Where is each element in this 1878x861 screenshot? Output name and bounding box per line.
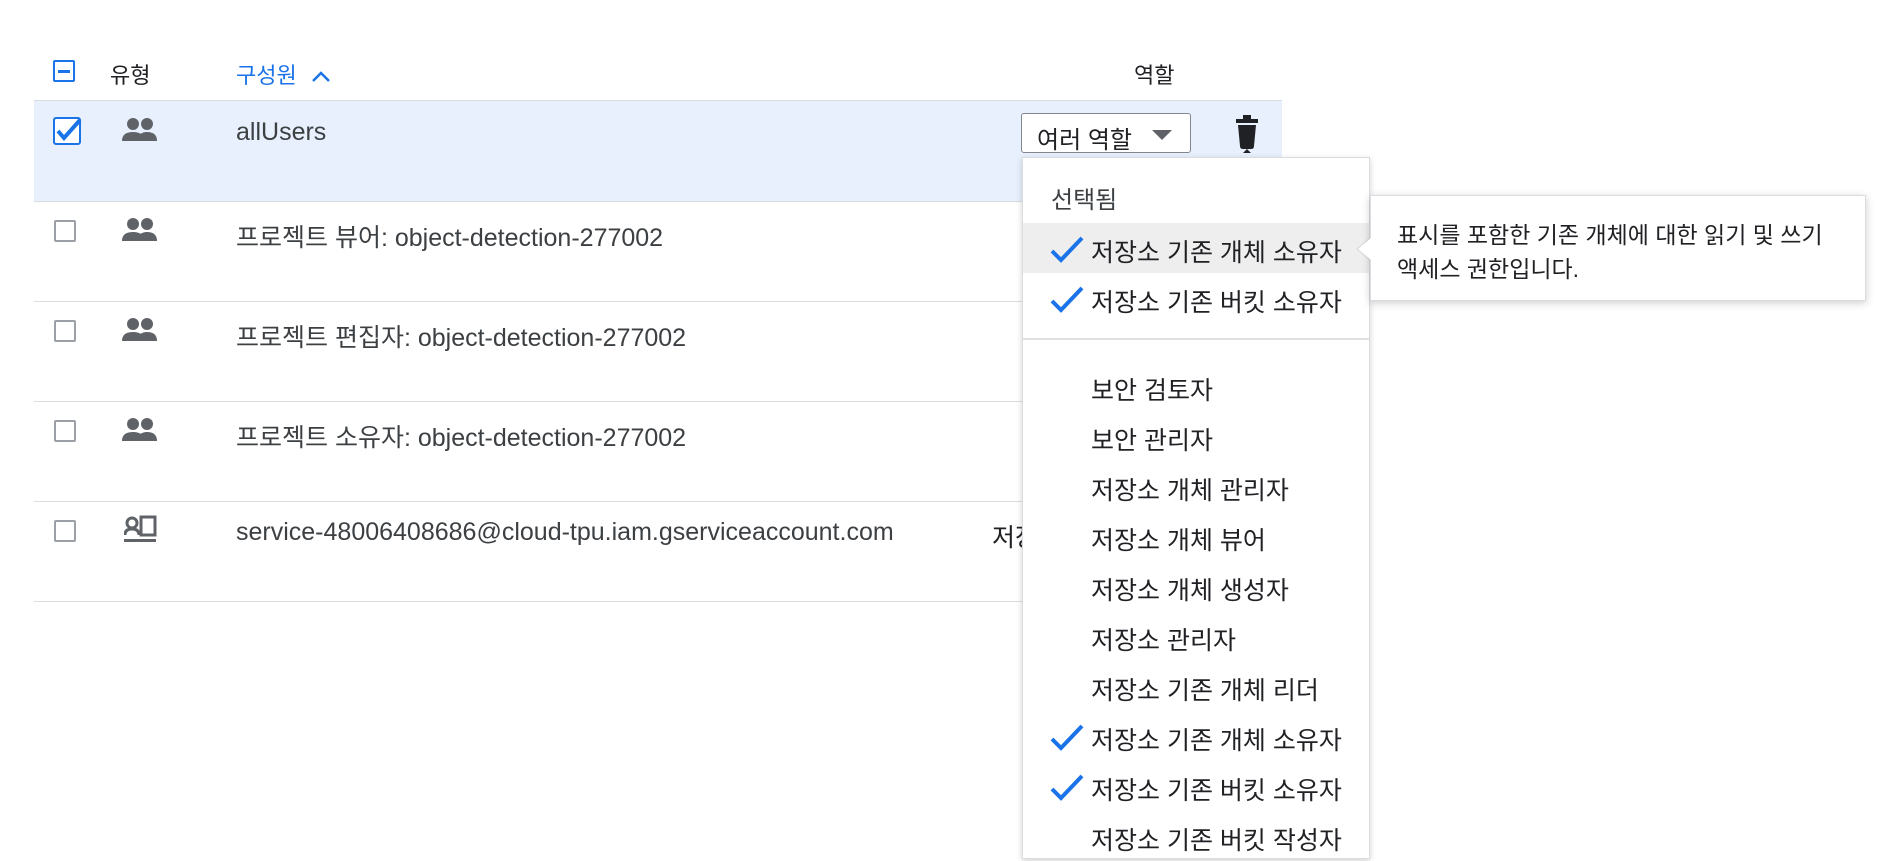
member-name: 프로젝트 편집자: object-detection-277002 bbox=[236, 324, 687, 352]
menu-item-legacy-object-owner[interactable]: 저장소 기존 개체 소유자 bbox=[1023, 711, 1369, 761]
menu-item-selected-object-owner[interactable]: 저장소 기존 개체 소유자 bbox=[1023, 223, 1369, 273]
row-checkbox[interactable] bbox=[53, 117, 82, 145]
menu-item-label: 저장소 개체 관리자 bbox=[1091, 477, 1289, 505]
menu-item-label: 저장소 기존 버킷 소유자 bbox=[1091, 289, 1342, 317]
member-name: 프로젝트 뷰어: object-detection-277002 bbox=[236, 224, 664, 252]
role-dropdown-menu: 선택됨 저장소 기존 개체 소유자 저장소 기존 버킷 소유자 보안 검토자 보… bbox=[1022, 157, 1370, 859]
menu-item-label: 저장소 개체 생성자 bbox=[1091, 577, 1289, 605]
checkmark-icon bbox=[1050, 236, 1084, 263]
indeterminate-checkbox-icon bbox=[53, 60, 75, 82]
role-select-dropdown[interactable]: 여러 역할 bbox=[1021, 113, 1191, 154]
select-all-checkbox[interactable] bbox=[53, 60, 77, 84]
checkmark-icon bbox=[1050, 774, 1084, 801]
menu-item-label: 보안 관리자 bbox=[1091, 427, 1213, 455]
menu-item-label: 저장소 기존 버킷 소유자 bbox=[1091, 777, 1342, 805]
delete-icon[interactable] bbox=[1234, 115, 1260, 153]
row-checkbox[interactable] bbox=[54, 420, 76, 442]
menu-item-storage-object-creator[interactable]: 저장소 개체 생성자 bbox=[1023, 561, 1369, 611]
role-select-truncated[interactable]: 저장 bbox=[992, 518, 1022, 554]
menu-item-legacy-object-reader[interactable]: 저장소 기존 개체 리더 bbox=[1023, 661, 1369, 711]
member-name: 프로젝트 소유자: object-detection-277002 bbox=[236, 424, 687, 452]
menu-item-legacy-bucket-writer[interactable]: 저장소 기존 버킷 작성자 bbox=[1023, 811, 1369, 861]
menu-item-label: 저장소 개체 뷰어 bbox=[1091, 527, 1266, 555]
member-column-header[interactable]: 구성원 bbox=[236, 58, 331, 90]
menu-item-label: 저장소 기존 개체 소유자 bbox=[1091, 727, 1342, 755]
tooltip-arrow-inner bbox=[1358, 238, 1371, 260]
menu-selected-heading: 선택됨 bbox=[1051, 187, 1118, 214]
service-account-icon bbox=[124, 515, 157, 542]
member-column-label: 구성원 bbox=[236, 63, 297, 88]
menu-item-storage-admin[interactable]: 저장소 관리자 bbox=[1023, 611, 1369, 661]
menu-item-label: 저장소 기존 개체 소유자 bbox=[1091, 239, 1342, 267]
checkmark-icon bbox=[1050, 286, 1084, 313]
menu-item-storage-object-viewer[interactable]: 저장소 개체 뷰어 bbox=[1023, 511, 1369, 561]
sort-ascending-icon bbox=[311, 71, 330, 83]
menu-item-label: 보안 검토자 bbox=[1091, 377, 1213, 405]
row-checkbox[interactable] bbox=[54, 520, 76, 542]
role-column-header: 역할 bbox=[1134, 63, 1175, 88]
dropdown-arrow-icon bbox=[1152, 130, 1172, 140]
menu-item-label: 저장소 기존 버킷 작성자 bbox=[1091, 827, 1342, 855]
checked-checkbox-icon bbox=[53, 117, 82, 145]
menu-item-storage-object-admin[interactable]: 저장소 개체 관리자 bbox=[1023, 461, 1369, 511]
tooltip-text: 표시를 포함한 기존 개체에 대한 읽기 및 쓰기 액세스 권한입니다. bbox=[1397, 222, 1823, 282]
group-icon bbox=[122, 118, 157, 141]
menu-item-legacy-bucket-owner[interactable]: 저장소 기존 버킷 소유자 bbox=[1023, 761, 1369, 811]
group-icon bbox=[122, 418, 157, 441]
member-name: service-48006408686@cloud-tpu.iam.gservi… bbox=[236, 518, 894, 546]
type-column-header: 유형 bbox=[110, 63, 151, 88]
group-icon bbox=[122, 318, 157, 341]
role-description-tooltip: 표시를 포함한 기존 개체에 대한 읽기 및 쓰기 액세스 권한입니다. bbox=[1370, 195, 1866, 301]
menu-item-label: 저장소 기존 개체 리더 bbox=[1091, 677, 1319, 705]
row-checkbox[interactable] bbox=[54, 220, 76, 242]
menu-item-label: 저장소 관리자 bbox=[1091, 627, 1236, 655]
checkmark-icon bbox=[1050, 724, 1084, 751]
menu-item-security-admin[interactable]: 보안 관리자 bbox=[1023, 411, 1369, 461]
menu-divider bbox=[1023, 338, 1369, 340]
role-select-label: 여러 역할 bbox=[1037, 127, 1132, 154]
member-name: allUsers bbox=[236, 118, 327, 146]
row-checkbox[interactable] bbox=[54, 320, 76, 342]
menu-item-security-reviewer[interactable]: 보안 검토자 bbox=[1023, 361, 1369, 411]
menu-item-selected-bucket-owner[interactable]: 저장소 기존 버킷 소유자 bbox=[1023, 273, 1369, 323]
group-icon bbox=[122, 218, 157, 241]
